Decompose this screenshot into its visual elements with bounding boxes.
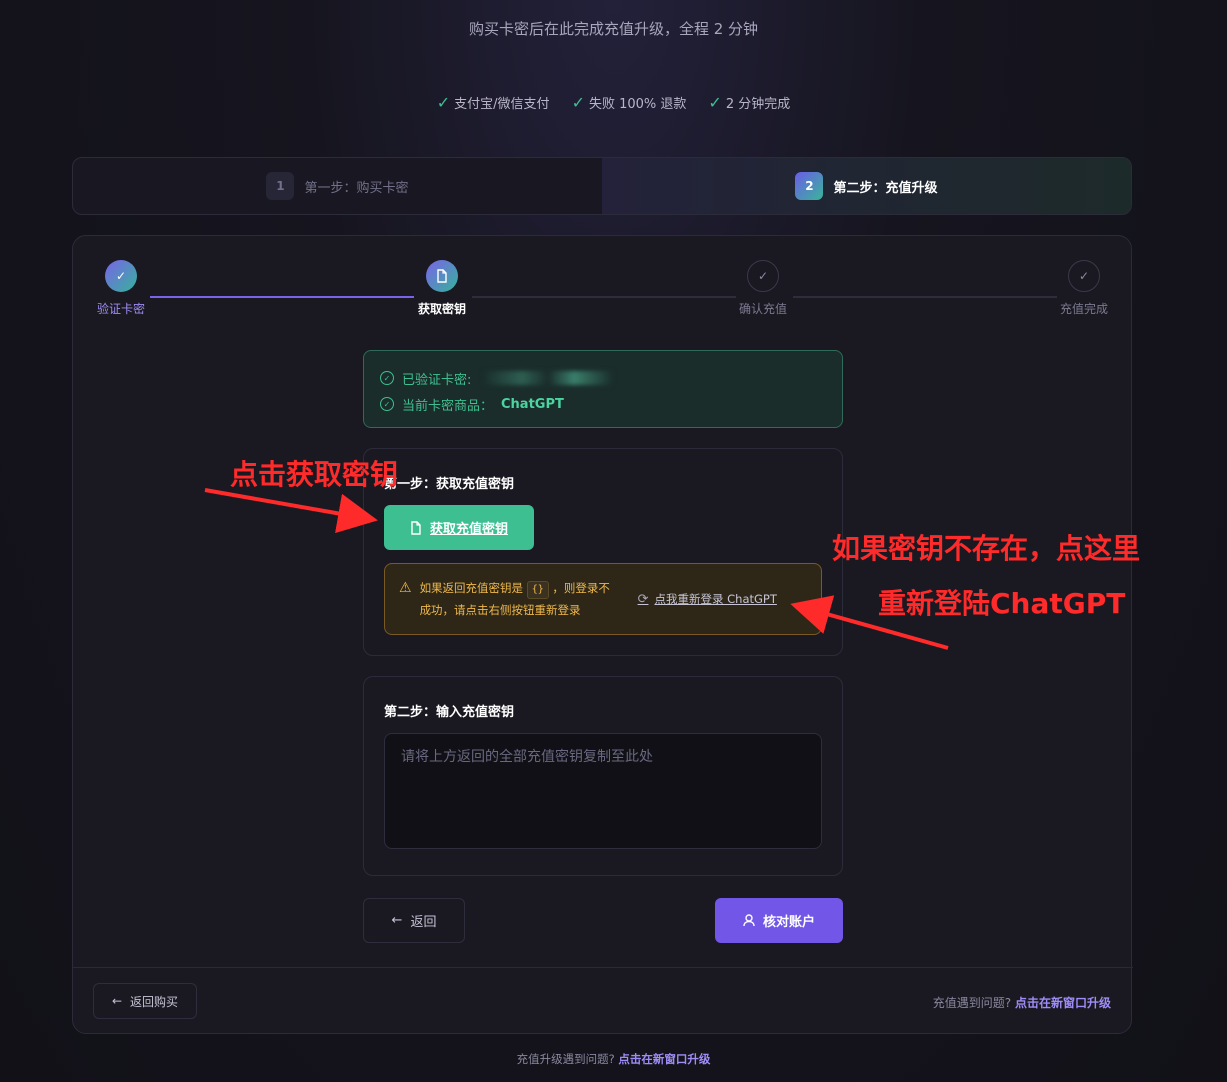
verified-card-row: ✓ 已验证卡密: <box>380 365 826 391</box>
progress-label: 确认充值 <box>738 302 787 316</box>
check-circle-icon: ✓ <box>380 371 394 385</box>
step-number: 1 <box>266 172 295 200</box>
progress-line <box>793 296 1057 298</box>
code-chip: {} <box>526 581 549 599</box>
back-buy-label: 返回购买 <box>130 994 179 1009</box>
feature-item: ✓ 失败 100% 退款 <box>572 93 687 112</box>
check-icon: ✓ <box>436 93 451 112</box>
step-number: 2 <box>795 172 824 200</box>
verified-card-label: 已验证卡密: <box>402 372 472 388</box>
step-tabs: 1 第一步：购买卡密 2 第二步：充值升级 <box>72 157 1132 215</box>
help-text: 充值遇到问题? 点击在新窗口升级 <box>933 994 1111 1011</box>
tab-label: 第一步：购买卡密 <box>304 180 409 196</box>
check-circle-icon: ✓ <box>380 397 394 411</box>
verify-label: 核对账户 <box>762 915 815 930</box>
page-subtitle: 购买卡密后在此完成充值升级，全程 2 分钟 <box>468 20 759 38</box>
verify-account-button[interactable]: 核对账户 <box>715 898 843 943</box>
get-key-button[interactable]: 获取充值密钥 <box>384 505 534 550</box>
check-circle-icon: ✓ <box>1068 260 1100 292</box>
help-label: 充值遇到问题? <box>932 996 1012 1010</box>
warning-pre: 如果返回充值密钥是 <box>419 581 524 595</box>
key-input[interactable]: 请将上方返回的全部充值密钥复制至此处 <box>384 733 822 849</box>
document-icon <box>411 520 421 535</box>
check-icon: ✓ <box>708 93 722 112</box>
open-new-window-link[interactable]: 点击在新窗口升级 <box>1015 996 1111 1010</box>
upgrade-card: ✓ 验证卡密 获取密钥 ✓ 确认充值 ✓ 充值完成 ✓ 已验证卡密: ✓ 当前卡… <box>72 235 1133 1034</box>
progress-label: 充值完成 <box>1059 302 1108 316</box>
relogin-label: 点我重新登录 ChatGPT <box>654 592 777 606</box>
check-icon: ✓ <box>571 93 585 112</box>
progress-label: 验证卡密 <box>96 302 145 316</box>
product-value: ChatGPT <box>501 396 564 412</box>
arrow-left-icon: ← <box>111 994 123 1008</box>
warning-icon: ⚠ <box>399 580 412 596</box>
warning-text: 如果返回充值密钥是 {} ，则登录不成功，请点击右侧按钮重新登录 <box>420 577 620 621</box>
tab-label: 第二步：充值升级 <box>833 180 938 196</box>
verified-info-box: ✓ 已验证卡密: ✓ 当前卡密商品： ChatGPT <box>363 350 843 428</box>
back-button[interactable]: ← 返回 <box>363 898 465 943</box>
document-icon <box>426 260 458 292</box>
progress-step-get-key: 获取密钥 <box>407 260 477 317</box>
back-label: 返回 <box>410 915 437 930</box>
step1-title: 第一步：获取充值密钥 <box>384 477 515 492</box>
feature-item: ✓ 支付宝/微信支付 <box>437 93 550 112</box>
check-circle-icon: ✓ <box>747 260 779 292</box>
progress-line <box>472 296 736 298</box>
progress-label: 获取密钥 <box>417 302 466 316</box>
get-key-label: 获取充值密钥 <box>429 522 508 537</box>
step2-title: 第二步：输入充值密钥 <box>384 705 515 720</box>
step2-card: 第二步：输入充值密钥 请将上方返回的全部充值密钥复制至此处 <box>363 676 843 876</box>
product-label: 当前卡密商品： <box>402 398 494 414</box>
redacted-card-code <box>483 371 614 385</box>
tab-step-1[interactable]: 1 第一步：购买卡密 <box>73 158 602 214</box>
user-icon <box>743 914 755 927</box>
bottom-new-window-link[interactable]: 点击在新窗口升级 <box>618 1052 710 1066</box>
refresh-icon: ⟳ <box>637 591 649 607</box>
relogin-chatgpt-link[interactable]: ⟳ 点我重新登录 ChatGPT <box>638 591 777 607</box>
check-icon: ✓ <box>105 260 137 292</box>
progress-step-verify: ✓ 验证卡密 <box>86 260 156 317</box>
annotation-get-key: 点击获取密钥 <box>230 458 399 491</box>
progress-step-done: ✓ 充值完成 <box>1049 260 1119 317</box>
feature-label: 2 分钟完成 <box>725 97 791 112</box>
feature-list: ✓ 支付宝/微信支付 ✓ 失败 100% 退款 ✓ 2 分钟完成 <box>0 93 1227 112</box>
bottom-help: 充值升级遇到问题? 点击在新窗口升级 <box>0 1051 1227 1067</box>
bottom-help-label: 充值升级遇到问题? <box>516 1052 615 1066</box>
back-to-buy-button[interactable]: ← 返回购买 <box>93 983 197 1019</box>
progress-step-confirm: ✓ 确认充值 <box>728 260 798 317</box>
feature-item: ✓ 2 分钟完成 <box>708 93 790 112</box>
warning-box: ⚠ 如果返回充值密钥是 {} ，则登录不成功，请点击右侧按钮重新登录 ⟳ 点我重… <box>384 563 822 635</box>
arrow-left-icon: ← <box>391 913 403 928</box>
annotation-if-missing: 如果密钥不存在，点这里 <box>832 532 1141 565</box>
feature-label: 失败 100% 退款 <box>588 97 687 112</box>
step1-card: 第一步：获取充值密钥 获取充值密钥 ⚠ 如果返回充值密钥是 {} ，则登录不成功… <box>363 448 843 656</box>
tab-step-2[interactable]: 2 第二步：充值升级 <box>602 158 1131 214</box>
divider <box>73 967 1133 968</box>
product-row: ✓ 当前卡密商品： ChatGPT <box>380 391 826 417</box>
progress-line-done <box>150 296 414 298</box>
feature-label: 支付宝/微信支付 <box>454 97 550 112</box>
annotation-relogin: 重新登陆ChatGPT <box>878 587 1126 620</box>
